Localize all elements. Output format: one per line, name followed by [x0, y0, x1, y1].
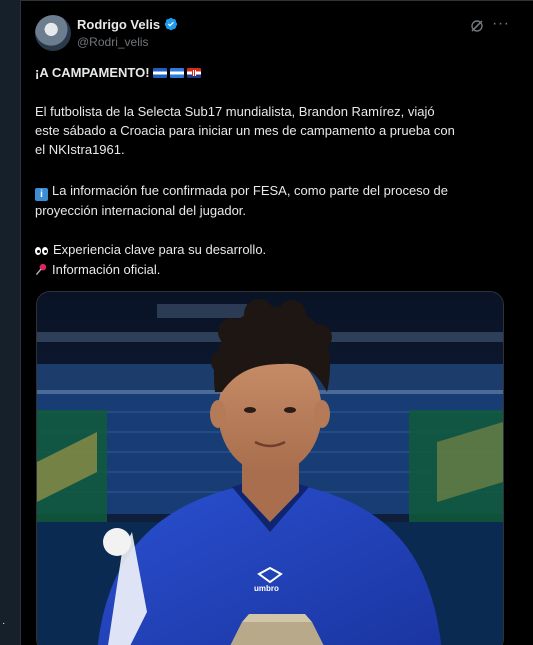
post-paragraph-1: El futbolista de la Selecta Sub17 mundia… [35, 102, 510, 159]
tweet-card: Rodrigo Velis @Rodri_velis ··· ¡A CAMPAM… [20, 0, 533, 645]
pin-line-text: Información oficial. [52, 262, 161, 277]
paragraph-line: este sábado a Croacia para iniciar un me… [35, 123, 455, 138]
pushpin-icon [35, 263, 47, 276]
post-headline: ¡A CAMPAMENTO! [35, 63, 510, 82]
verified-badge-icon [164, 17, 178, 31]
paragraph-line: El futbolista de la Selecta Sub17 mundia… [35, 104, 435, 119]
display-name[interactable]: Rodrigo Velis [77, 17, 160, 32]
croatia-flag-icon [186, 68, 201, 78]
paragraph-line: La información fue confirmada por FESA, … [52, 183, 448, 198]
author-name[interactable]: Rodrigo Velis [77, 17, 178, 32]
honduras-flag-icon [169, 68, 184, 78]
paragraph-line: proyección internacional del jugador. [35, 203, 247, 218]
page-edge-mark: · [2, 618, 6, 629]
avatar[interactable] [35, 15, 71, 51]
post-lines: Experiencia clave para su desarrollo. In… [35, 240, 510, 279]
grok-icon[interactable] [470, 19, 484, 33]
post-paragraph-2: i La información fue confirmada por FESA,… [35, 181, 510, 220]
eyes-line-text: Experiencia clave para su desarrollo. [53, 242, 267, 257]
eyes-icon [35, 241, 49, 260]
post-image[interactable]: umbro [36, 291, 504, 645]
headline-text: ¡A CAMPAMENTO! [35, 65, 150, 80]
paragraph-line: el NKIstra1961. [35, 142, 125, 157]
info-icon: i [35, 188, 48, 201]
jersey-brand-label: umbro [254, 584, 279, 593]
more-icon[interactable]: ··· [492, 16, 509, 32]
el-salvador-flag-icon [152, 68, 167, 78]
author-handle[interactable]: @Rodri_velis [77, 35, 149, 49]
